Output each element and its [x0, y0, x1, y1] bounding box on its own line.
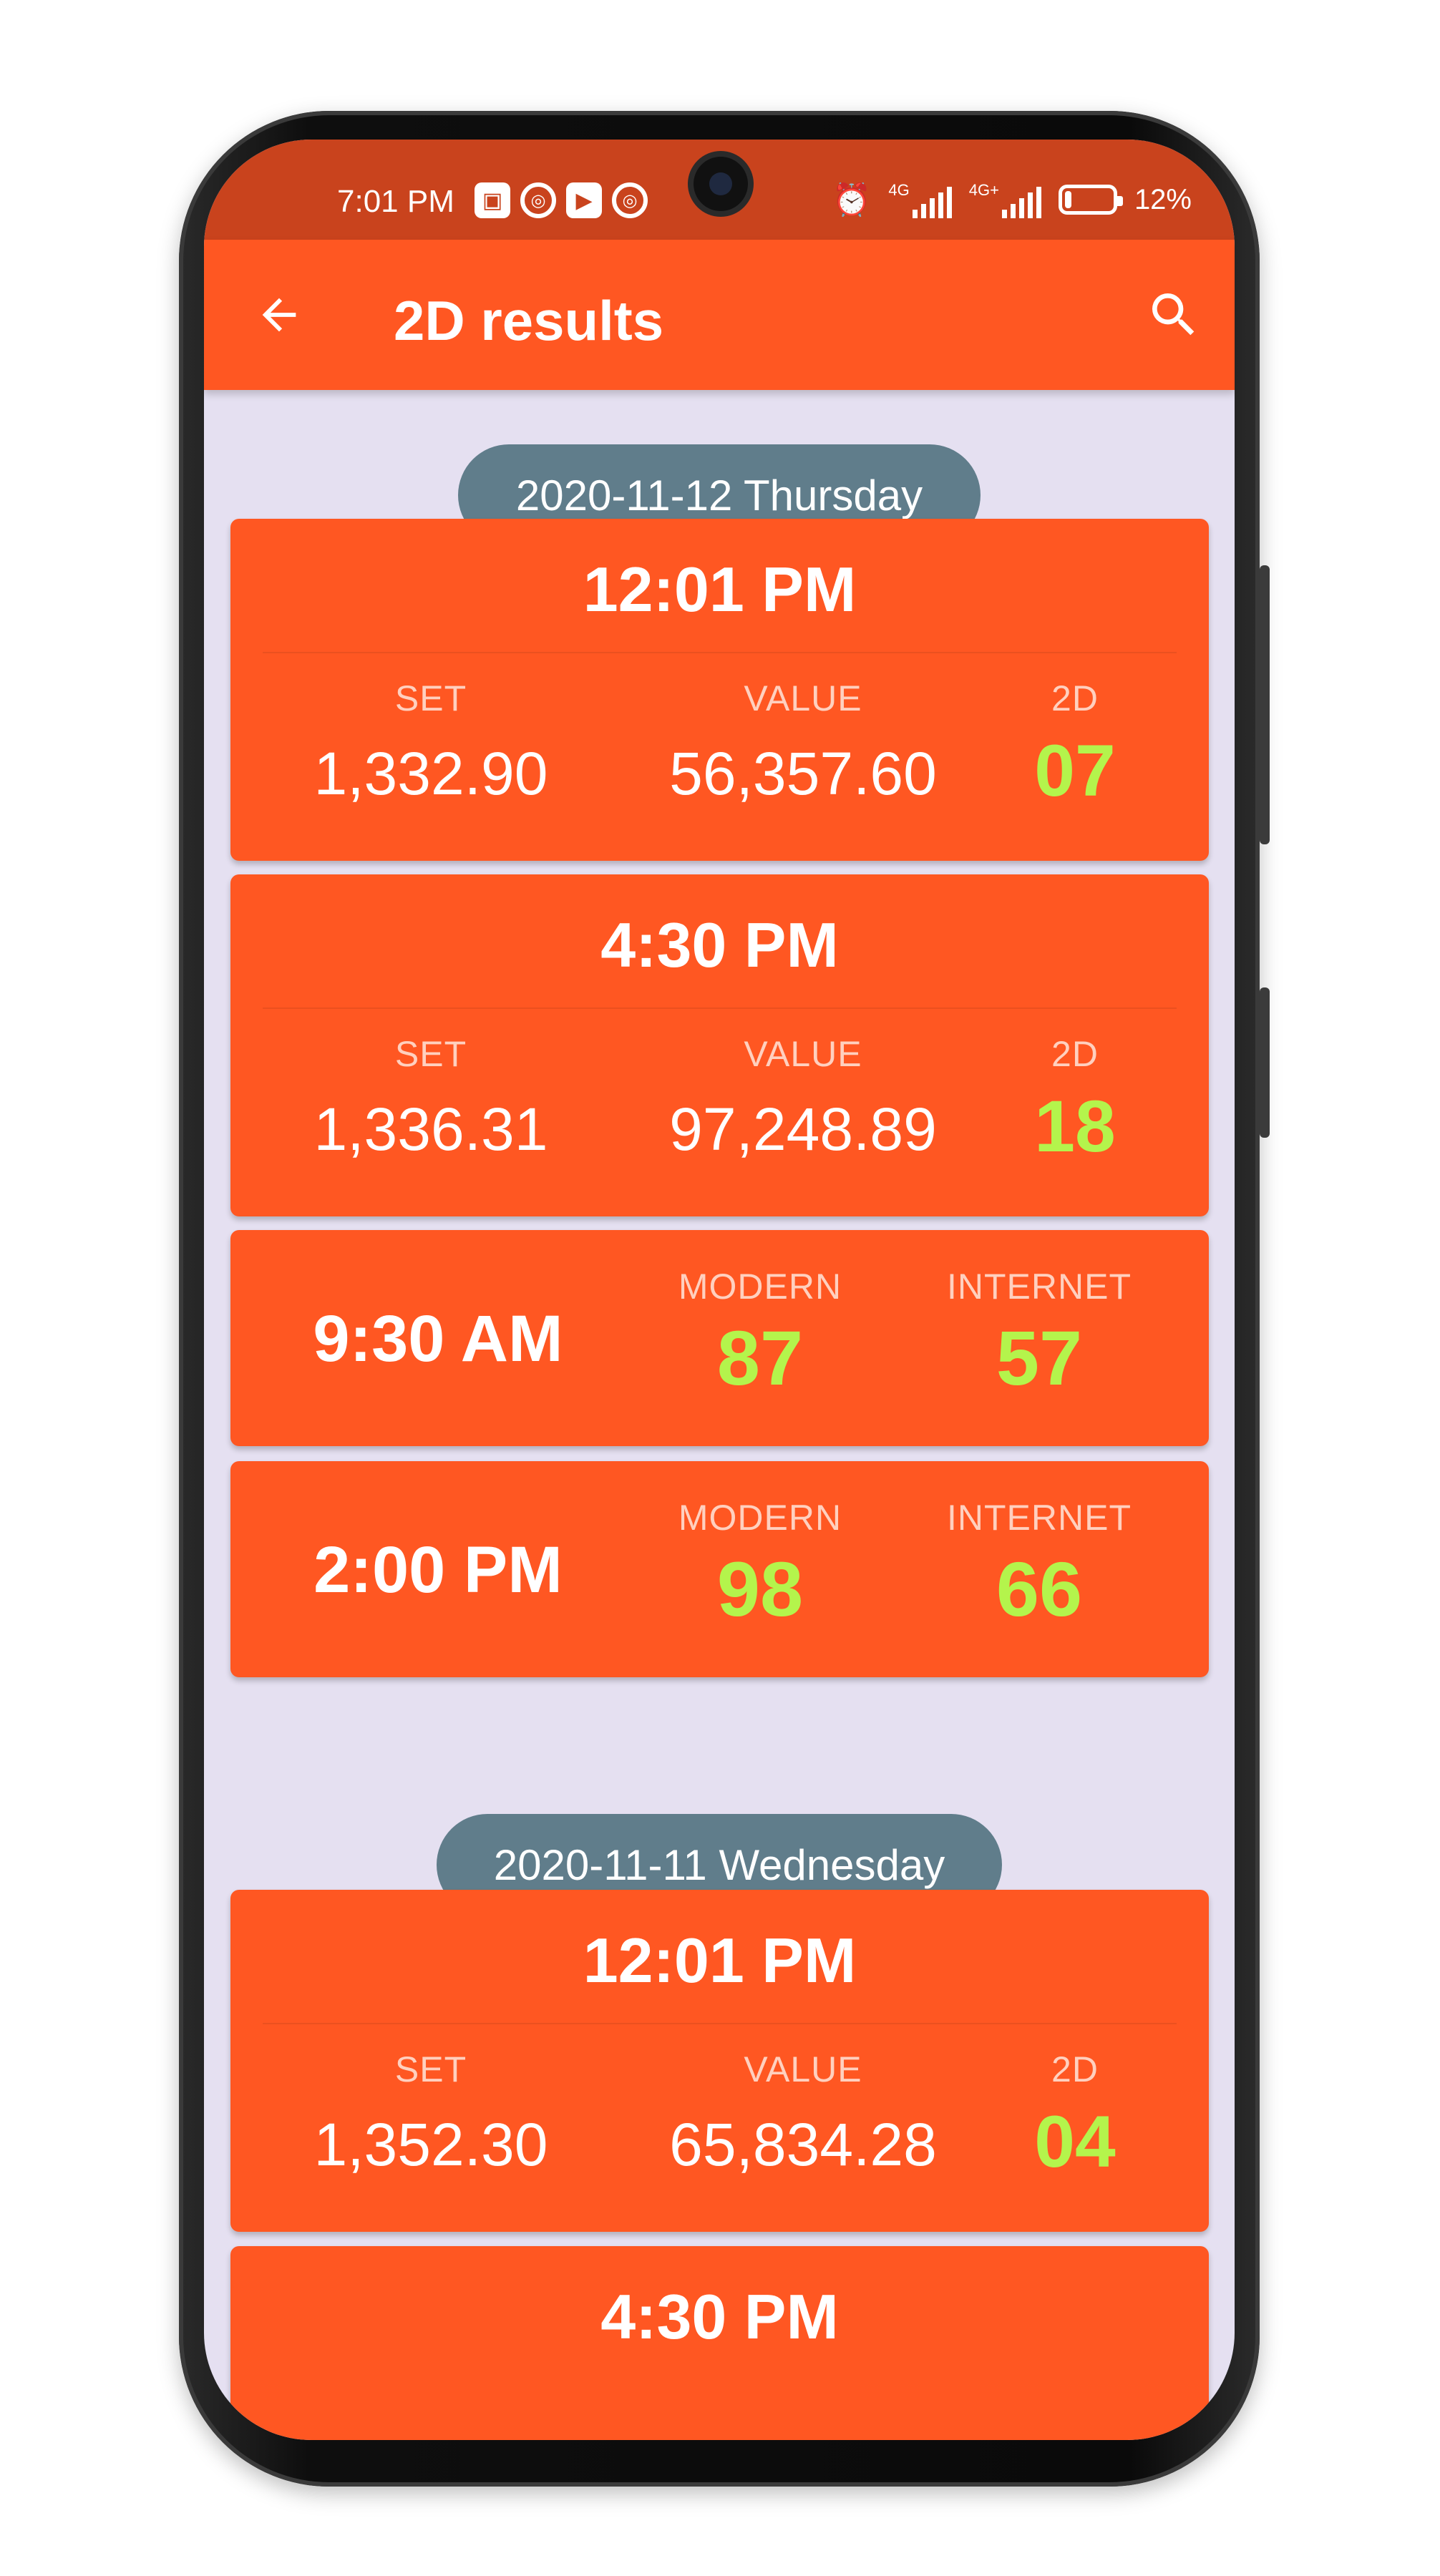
set-value: 1,336.31 [313, 1096, 548, 1163]
internet-column: INTERNET 57 [918, 1266, 1161, 1402]
draw-time: 4:30 PM [600, 909, 839, 980]
value-label: VALUE [744, 2049, 862, 2089]
draw-time: 12:01 PM [583, 1925, 857, 1996]
twod-label: 2D [1051, 678, 1099, 718]
set-value: 1,352.30 [313, 2111, 548, 2178]
result-card[interactable]: 4:30 PM [230, 2246, 1209, 2440]
sync-notification-icon-2: ◎ [612, 182, 648, 218]
set-column: SET 1,352.30 [295, 2049, 567, 2180]
front-camera [694, 157, 748, 211]
divider [263, 652, 1177, 653]
twod-number: 18 [1034, 1085, 1116, 1167]
draw-time: 12:01 PM [583, 554, 857, 625]
status-bar: 7:01 PM ▣ ◎ ▶ ◎ ⏰ 4G 4G+ 12% [204, 140, 1235, 240]
app-notification-icon: ▣ [475, 182, 510, 218]
modern-column: MODERN 98 [653, 1497, 867, 1634]
network-type-2: 4G+ [968, 181, 999, 199]
volume-button [1260, 565, 1270, 844]
internet-number: 57 [996, 1314, 1083, 1401]
value-label: VALUE [744, 1034, 862, 1074]
search-button[interactable] [1142, 283, 1206, 347]
twod-number: 04 [1034, 2101, 1116, 2182]
battery-charging-icon [1058, 185, 1123, 215]
result-card[interactable]: 12:01 PM SET 1,332.90 VALUE 56,357.60 2D… [230, 519, 1209, 861]
value-value: 56,357.60 [669, 740, 937, 807]
back-button[interactable] [247, 283, 311, 347]
modern-label: MODERN [678, 1498, 842, 1538]
value-column: VALUE 65,834.28 [653, 2049, 953, 2180]
set-column: SET 1,336.31 [295, 1033, 567, 1164]
twod-column: 2D 04 [996, 2049, 1154, 2184]
arrow-left-icon [262, 298, 296, 332]
app-bar: 2D results [204, 240, 1235, 390]
internet-column: INTERNET 66 [918, 1497, 1161, 1634]
modern-number: 87 [716, 1314, 804, 1401]
alarm-icon: ⏰ [832, 182, 872, 218]
divider [263, 1008, 1177, 1009]
set-label: SET [394, 1034, 467, 1074]
power-button [1260, 987, 1270, 1138]
set-value: 1,332.90 [313, 740, 548, 807]
modern-column: MODERN 87 [653, 1266, 867, 1402]
value-column: VALUE 97,248.89 [653, 1033, 953, 1164]
internet-label: INTERNET [947, 1498, 1132, 1538]
result-card[interactable]: 12:01 PM SET 1,352.30 VALUE 65,834.28 2D… [230, 1890, 1209, 2232]
twod-column: 2D 18 [996, 1033, 1154, 1169]
page-title: 2D results [394, 289, 664, 352]
signal-icon [912, 187, 952, 218]
signal-icon-2 [1001, 187, 1041, 218]
sync-notification-icon: ◎ [520, 182, 556, 218]
internet-number: 66 [996, 1546, 1083, 1632]
search-icon [1152, 293, 1195, 336]
draw-time: 9:30 AM [313, 1302, 563, 1375]
network-type-1: 4G [888, 181, 910, 199]
draw-time: 2:00 PM [313, 1533, 563, 1606]
set-label: SET [394, 678, 467, 718]
divider [263, 2023, 1177, 2024]
twod-label: 2D [1051, 1034, 1099, 1074]
value-value: 65,834.28 [669, 2111, 937, 2178]
internet-label: INTERNET [947, 1267, 1132, 1307]
twod-label: 2D [1051, 2049, 1099, 2089]
extra-result-card[interactable]: 9:30 AM MODERN 87 INTERNET 57 [230, 1230, 1209, 1446]
twod-number: 07 [1034, 730, 1116, 811]
date-label: 2020-11-12 Thursday [515, 471, 923, 519]
battery-percent: 12% [1134, 183, 1192, 215]
notification-icons: ▣ ◎ ▶ ◎ [475, 182, 648, 218]
value-column: VALUE 56,357.60 [653, 678, 953, 809]
extra-result-card[interactable]: 2:00 PM MODERN 98 INTERNET 66 [230, 1461, 1209, 1677]
modern-number: 98 [716, 1546, 804, 1632]
set-label: SET [394, 2049, 467, 2089]
value-label: VALUE [744, 678, 862, 718]
set-column: SET 1,332.90 [295, 678, 567, 809]
date-label: 2020-11-11 Wednesday [493, 1840, 945, 1889]
system-icons: ⏰ 4G 4G+ 12% [832, 181, 1192, 218]
twod-column: 2D 07 [996, 678, 1154, 813]
play-store-icon: ▶ [566, 182, 602, 218]
draw-time: 4:30 PM [600, 2281, 839, 2352]
value-value: 97,248.89 [669, 1096, 937, 1163]
result-card[interactable]: 4:30 PM SET 1,336.31 VALUE 97,248.89 2D … [230, 874, 1209, 1216]
status-time: 7:01 PM [337, 184, 454, 219]
phone-screen: 7:01 PM ▣ ◎ ▶ ◎ ⏰ 4G 4G+ 12% 2D results [204, 140, 1235, 2440]
modern-label: MODERN [678, 1267, 842, 1307]
